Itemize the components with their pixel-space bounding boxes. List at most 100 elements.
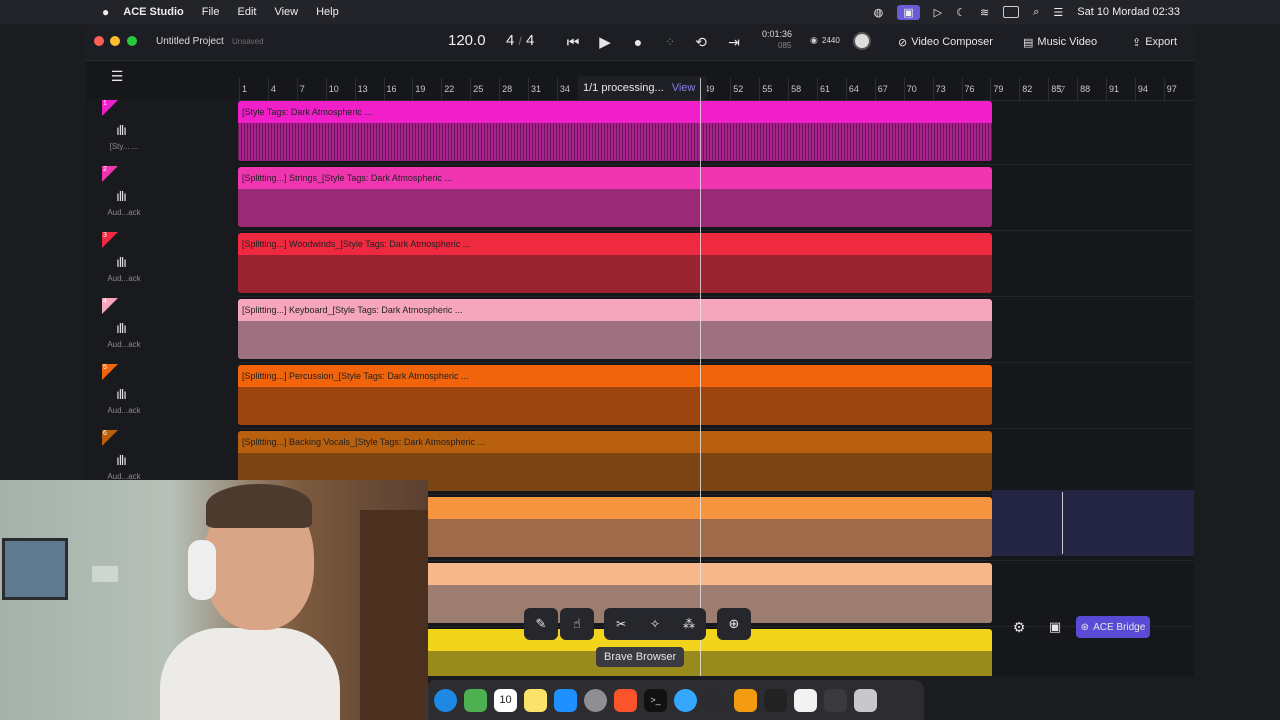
video-composer-icon: ⊘: [898, 36, 908, 49]
globe-tool-button[interactable]: ⊕: [717, 608, 751, 640]
track-name[interactable]: Aud...ack: [102, 274, 146, 283]
audio-clip[interactable]: [Splitting...] Woodwinds_[Style Tags: Da…: [238, 233, 992, 293]
record-icon: ●: [633, 34, 643, 50]
ruler-tick: 88: [1077, 78, 1091, 100]
export-button[interactable]: ⇪ Export: [1132, 33, 1177, 51]
clip-label: [Splitting...] Keyboard_[Style Tags: Dar…: [242, 305, 463, 315]
audio-clip[interactable]: [Splitting...] Keyboard_[Style Tags: Dar…: [238, 299, 992, 359]
menubar-datetime[interactable]: Sat 10 Mordad 02:33: [1077, 6, 1180, 18]
video-composer-button[interactable]: ⊘ Video Composer: [898, 33, 993, 51]
menu-help[interactable]: Help: [316, 6, 339, 18]
trash-icon[interactable]: [854, 688, 877, 712]
rewind-to-start-button[interactable]: ⏮: [562, 32, 584, 52]
track-lane[interactable]: [Style Tags: Dark Atmospheric ...: [238, 98, 1194, 165]
ruler-tick: 67: [874, 78, 888, 100]
apple-icon[interactable]: ●: [102, 5, 109, 19]
mac-dock: 10 >_: [426, 680, 924, 720]
time-signature[interactable]: 4 / 4: [506, 32, 534, 49]
export-icon: ⇪: [1132, 36, 1142, 49]
pencil-tool-button[interactable]: ✎: [524, 608, 558, 640]
track-menu-button[interactable]: ☰: [110, 68, 124, 84]
loop-button[interactable]: ⟲: [690, 32, 712, 52]
webcam-door: [360, 510, 428, 720]
track-header[interactable]: 2 ıllı Aud...ack: [86, 164, 238, 231]
track-header[interactable]: 3 ıllı Aud...ack: [86, 230, 238, 297]
processing-view-link[interactable]: View: [672, 82, 696, 94]
fl-studio-icon[interactable]: [734, 688, 757, 712]
play-status-icon[interactable]: ▷: [934, 6, 942, 19]
track-lane[interactable]: [Splitting...] Keyboard_[Style Tags: Dar…: [238, 296, 1194, 363]
menu-app-name[interactable]: ACE Studio: [123, 6, 184, 18]
window-icon[interactable]: [794, 688, 817, 712]
menu-view[interactable]: View: [274, 6, 298, 18]
audio-clip[interactable]: [Style Tags: Dark Atmospheric ...: [238, 101, 992, 161]
ruler-tick: 1: [238, 78, 248, 100]
track-name[interactable]: Aud...ack: [102, 340, 146, 349]
control-center-icon[interactable]: ☰: [1053, 6, 1063, 19]
cut-tool-button[interactable]: ✂: [604, 608, 638, 640]
processing-text: 1/1 processing...: [583, 82, 664, 94]
app-dark-icon[interactable]: [704, 688, 727, 712]
select-tool-button[interactable]: ☝: [560, 608, 594, 640]
app-store-icon[interactable]: [554, 688, 577, 712]
app-blue-icon[interactable]: [674, 688, 697, 712]
audio-clip[interactable]: [Splitting...] Percussion_[Style Tags: D…: [238, 365, 992, 425]
notes-icon[interactable]: [524, 688, 547, 712]
finder-window-icon[interactable]: [824, 688, 847, 712]
audio-clip[interactable]: [Splitting...] Strings_[Style Tags: Dark…: [238, 167, 992, 227]
record-button[interactable]: ●: [627, 32, 649, 52]
brave-browser-icon[interactable]: [614, 688, 637, 712]
status-icon-1[interactable]: ◍: [874, 6, 884, 19]
clip-label: [Splitting...] Woodwinds_[Style Tags: Da…: [242, 239, 471, 249]
track-lane[interactable]: [Splitting...] Woodwinds_[Style Tags: Da…: [238, 230, 1194, 297]
terminal-icon[interactable]: >_: [644, 688, 667, 712]
project-name[interactable]: Untitled Project: [156, 36, 224, 47]
calendar-icon[interactable]: 10: [494, 688, 517, 712]
panel-toggle-button[interactable]: ▣: [1044, 616, 1066, 638]
magic-tool-button[interactable]: ✧: [638, 608, 672, 640]
selection-cursor: [1062, 492, 1063, 554]
webcam-person-body: [160, 628, 340, 720]
play-button[interactable]: ▶: [594, 32, 616, 52]
user-avatar[interactable]: [853, 32, 871, 50]
skip-back-icon: ⏮: [566, 33, 580, 50]
clip-label: [Splitting...] Percussion_[Style Tags: D…: [242, 371, 469, 381]
video-composer-label: Video Composer: [911, 36, 993, 48]
mac-menubar: ● ACE Studio File Edit View Help ◍ ▣ ▷ ☾…: [0, 0, 1280, 24]
track-header[interactable]: 1 ıllı [Sty... ...: [86, 98, 238, 165]
track-lane[interactable]: [Splitting...] Strings_[Style Tags: Dark…: [238, 164, 1194, 231]
zoom-window-button[interactable]: [127, 36, 137, 46]
tempo-value[interactable]: 120.0: [448, 32, 486, 49]
metronome-button[interactable]: ⁘: [659, 32, 681, 52]
close-window-button[interactable]: [94, 36, 104, 46]
menu-file[interactable]: File: [202, 6, 220, 18]
track-name[interactable]: Aud...ack: [102, 406, 146, 415]
webcam-overlay: [0, 480, 428, 720]
system-settings-icon[interactable]: [584, 688, 607, 712]
ruler-tick: 34: [556, 78, 570, 100]
qc-icon[interactable]: [764, 688, 787, 712]
minimize-window-button[interactable]: [110, 36, 120, 46]
settings-button[interactable]: ⚙: [1008, 616, 1030, 638]
track-name[interactable]: Aud...ack: [102, 208, 146, 217]
track-lane[interactable]: [Splitting...] Percussion_[Style Tags: D…: [238, 362, 1194, 429]
follow-playhead-button[interactable]: ⇥: [722, 32, 746, 52]
search-icon[interactable]: ⌕: [1033, 6, 1039, 19]
nodes-tool-button[interactable]: ⁂: [672, 608, 706, 640]
ace-bridge-button[interactable]: ⊛ ACE Bridge: [1076, 616, 1150, 638]
maps-icon[interactable]: [464, 688, 487, 712]
screen-record-icon[interactable]: ▣: [897, 4, 920, 20]
loop-end-marker-icon[interactable]: ▽: [1058, 84, 1065, 95]
playhead[interactable]: [700, 78, 701, 676]
wifi-icon[interactable]: ≋: [980, 6, 989, 19]
panel-icon: ▣: [1048, 619, 1062, 634]
track-header[interactable]: 4 ıllı Aud...ack: [86, 296, 238, 363]
track-name[interactable]: [Sty... ...: [102, 142, 146, 151]
track-header[interactable]: 5 ıllı Aud...ack: [86, 362, 238, 429]
menu-edit[interactable]: Edit: [237, 6, 256, 18]
music-video-button[interactable]: ▤ Music Video: [1023, 33, 1097, 51]
webcam-headphone: [188, 540, 216, 600]
battery-icon[interactable]: [1003, 6, 1020, 18]
safari-icon[interactable]: [434, 688, 457, 712]
moon-icon[interactable]: ☾: [956, 6, 966, 19]
